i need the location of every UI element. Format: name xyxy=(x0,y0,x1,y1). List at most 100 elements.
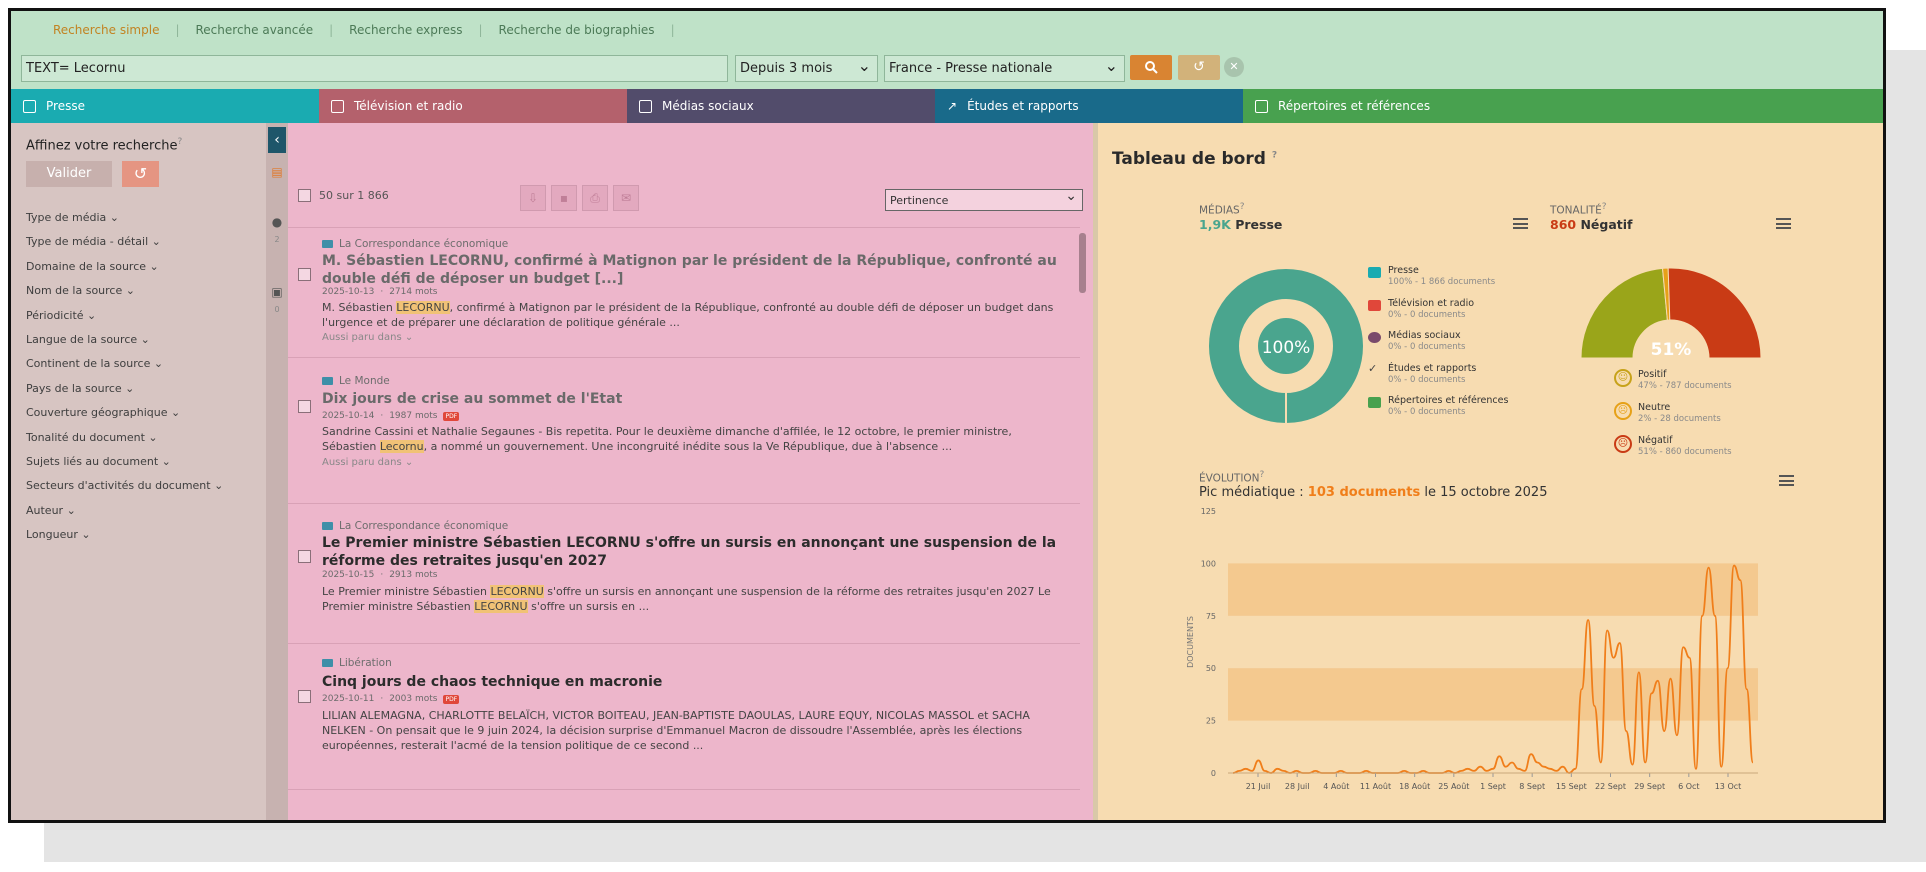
facet-item[interactable]: Sujets liés au document xyxy=(26,455,223,479)
facet-item[interactable]: Nom de la source xyxy=(26,284,223,308)
medias-menu-icon[interactable] xyxy=(1513,218,1528,229)
y-tick-label: 75 xyxy=(1206,612,1216,621)
result-item[interactable]: Le Monde Dix jours de crise au sommet de… xyxy=(288,357,1080,503)
facet-item[interactable]: Auteur xyxy=(26,504,223,528)
facet-item[interactable]: Longueur xyxy=(26,528,223,552)
tonalite-kpi: 860 Négatif xyxy=(1550,217,1633,232)
collapse-toggle[interactable]: ‹ xyxy=(268,127,286,153)
result-checkbox[interactable] xyxy=(298,268,311,281)
media-tab-social[interactable]: Médias sociaux xyxy=(627,89,935,123)
facet-item[interactable]: Type de média - détail xyxy=(26,235,223,259)
results-scrollbar[interactable] xyxy=(1079,223,1087,820)
legend-neutre[interactable]: ☹ Neutre 2% - 28 documents xyxy=(1614,402,1721,424)
tab-recherche-simple[interactable]: Recherche simple xyxy=(37,23,175,37)
evolution-menu-icon[interactable] xyxy=(1779,475,1794,486)
query-input[interactable]: TEXT= Lecornu xyxy=(21,55,728,82)
facet-item[interactable]: Secteurs d'activités du document xyxy=(26,479,223,503)
newspaper-icon xyxy=(1368,267,1381,278)
tab-recherche-express[interactable]: Recherche express xyxy=(333,23,478,37)
media-tab-television[interactable]: Télévision et radio xyxy=(319,89,627,123)
side-strip: ‹ ▤ ● 2 ▣ 0 xyxy=(266,123,288,820)
search-button[interactable] xyxy=(1130,55,1172,80)
medias-center-value: 100% xyxy=(1262,338,1311,358)
legend-negatif[interactable]: ☹ Négatif 51% - 860 documents xyxy=(1614,435,1732,457)
tonalite-menu-icon[interactable] xyxy=(1776,218,1791,229)
result-title[interactable]: Dix jours de crise au sommet de l'Etat xyxy=(322,390,1062,408)
result-item[interactable] xyxy=(288,789,1080,820)
result-meta: 2025-10-13 · 2714 mots xyxy=(322,287,438,297)
facet-item[interactable]: Couverture géographique xyxy=(26,406,223,430)
result-title[interactable]: Cinq jours de chaos technique en macroni… xyxy=(322,673,1062,691)
facet-item[interactable]: Périodicité xyxy=(26,309,223,333)
tab-recherche-avancee[interactable]: Recherche avancée xyxy=(180,23,330,37)
reset-filters-button[interactable]: ↺ xyxy=(122,161,159,187)
select-all-checkbox[interactable] xyxy=(298,189,311,202)
also-published-toggle[interactable]: Aussi paru dans ⌄ xyxy=(322,332,413,343)
result-title[interactable]: Le Premier ministre Sébastien LECORNU s'… xyxy=(322,534,1062,570)
mail-icon[interactable]: ✉ xyxy=(613,185,639,211)
save-icon[interactable]: ▪ xyxy=(551,185,577,211)
documents-icon[interactable]: ▤ xyxy=(269,165,285,179)
person-icon[interactable]: ● xyxy=(269,215,285,229)
search-bar: Recherche simple | Recherche avancée | Rec… xyxy=(11,11,1883,89)
legend-television[interactable]: Télévision et radio 0% - 0 documents xyxy=(1368,298,1474,320)
print-icon[interactable]: ⎙ xyxy=(582,185,608,211)
tab-recherche-biographies[interactable]: Recherche de biographies xyxy=(483,23,671,37)
facet-item[interactable]: Domaine de la source xyxy=(26,260,223,284)
result-title[interactable]: M. Sébastien LECORNU, confirmé à Matigno… xyxy=(322,252,1062,288)
facet-item[interactable]: Langue de la source xyxy=(26,333,223,357)
media-tab-repertoires[interactable]: Répertoires et références xyxy=(1243,89,1883,123)
help-icon: ? xyxy=(177,137,183,147)
download-icon[interactable]: ⇩ xyxy=(520,185,546,211)
legend-repertoires[interactable]: Répertoires et références 0% - 0 document… xyxy=(1368,395,1508,417)
also-published-toggle[interactable]: Aussi paru dans ⌄ xyxy=(322,457,413,468)
y-tick-label: 25 xyxy=(1206,717,1216,726)
play-icon xyxy=(1368,300,1381,311)
x-tick-label: 22 Sept xyxy=(1595,782,1626,791)
evolution-chart: 0 25 50 75 100 125 DOCUMENTS 21 Juil 28 Juil 4 Ao… xyxy=(1186,507,1758,791)
media-tab-etudes[interactable]: ↗ Études et rapports xyxy=(935,89,1243,123)
y-tick-label: 50 xyxy=(1206,664,1216,673)
refine-sidebar: Affinez votre recherche? Valider ↺ Type … xyxy=(11,123,266,820)
grid-band xyxy=(1228,563,1758,616)
result-excerpt: Le Premier ministre Sébastien LECORNU s'… xyxy=(322,585,1051,613)
x-tick-label: 1 Sept xyxy=(1480,782,1506,791)
legend-presse[interactable]: Presse 100% - 1 866 documents xyxy=(1368,265,1495,287)
scope-select[interactable]: France - Presse nationale xyxy=(884,55,1125,82)
media-type-bar: Presse Télévision et radio Médias sociau… xyxy=(11,89,1883,123)
period-select[interactable]: Depuis 3 mois xyxy=(735,55,878,82)
pdf-badge: PDF xyxy=(443,411,460,421)
trend-icon: ↗ xyxy=(947,99,958,113)
media-tab-presse[interactable]: Presse xyxy=(11,89,319,123)
peak-summary: Pic médiatique : 103 documents le 15 oct… xyxy=(1199,485,1548,500)
reset-search-button[interactable]: ↺ xyxy=(1178,55,1220,80)
facet-item[interactable]: Continent de la source xyxy=(26,357,223,381)
result-checkbox[interactable] xyxy=(298,400,311,413)
x-tick-label: 29 Sept xyxy=(1634,782,1665,791)
result-checkbox[interactable] xyxy=(298,550,311,563)
x-tick-label: 28 Juil xyxy=(1285,782,1310,791)
result-meta: 2025-10-11 · 2003 mots PDF xyxy=(322,694,460,704)
x-tick-label: 25 Août xyxy=(1438,782,1469,791)
result-item[interactable]: La Correspondance économique Le Premier … xyxy=(288,503,1080,643)
facet-item[interactable]: Type de média xyxy=(26,211,223,235)
legend-etudes[interactable]: ✓ Études et rapports 0% - 0 documents xyxy=(1368,362,1476,385)
result-item[interactable]: Libération Cinq jours de chaos technique… xyxy=(288,643,1080,789)
briefcase-icon[interactable]: ▣ xyxy=(269,285,285,299)
clear-button[interactable]: ✕ xyxy=(1224,57,1244,77)
facet-item[interactable]: Pays de la source xyxy=(26,382,223,406)
legend-positif[interactable]: ☺ Positif 47% - 787 documents xyxy=(1614,369,1732,391)
person-count: 2 xyxy=(274,235,280,244)
results-count: 50 sur 1 866 xyxy=(298,189,389,202)
result-item[interactable]: La Correspondance économique M. Sébastie… xyxy=(288,227,1080,357)
result-checkbox[interactable] xyxy=(298,690,311,703)
result-excerpt: LILIAN ALEMAGNA, CHARLOTTE BELAÏCH, VICT… xyxy=(322,709,1030,752)
pdf-badge: PDF xyxy=(443,694,460,704)
play-icon xyxy=(331,99,344,113)
people-icon xyxy=(1368,332,1381,343)
x-tick-label: 13 Oct xyxy=(1715,782,1742,791)
legend-social[interactable]: Médias sociaux 0% - 0 documents xyxy=(1368,330,1465,352)
validate-button[interactable]: Valider xyxy=(26,161,112,187)
facet-item[interactable]: Tonalité du document xyxy=(26,431,223,455)
sort-select[interactable]: Pertinence xyxy=(885,188,1083,211)
